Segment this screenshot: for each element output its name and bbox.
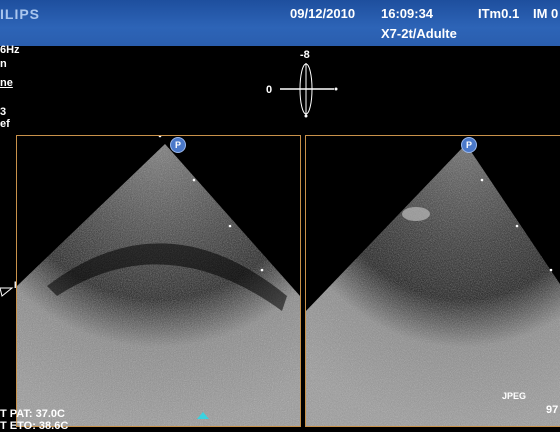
- probe-marker-left: P: [170, 137, 186, 153]
- ultrasound-view-left[interactable]: [16, 135, 301, 427]
- frame-number: 97: [546, 404, 559, 416]
- ultrasound-view-right[interactable]: [305, 135, 560, 427]
- temp-probe: T ETO: 38.6C: [0, 420, 69, 432]
- format-label: JPEG: [502, 391, 527, 401]
- temp-patient: T PAT: 37.0C: [0, 408, 65, 420]
- probe-marker-right: P: [461, 137, 477, 153]
